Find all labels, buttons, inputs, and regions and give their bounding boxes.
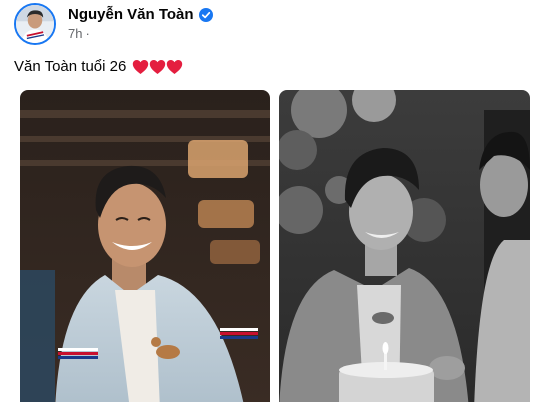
post-caption: Văn Toàn tuổi 26 [14, 58, 183, 75]
red-heart-icon [166, 59, 183, 75]
red-heart-icon [149, 59, 166, 75]
photo-left[interactable] [20, 90, 270, 402]
avatar[interactable] [14, 3, 56, 45]
meta-separator: · [85, 26, 90, 41]
caption-text: Văn Toàn tuổi 26 [14, 58, 127, 75]
avatar-image [16, 5, 54, 43]
verified-badge-icon [198, 7, 213, 22]
heart-emojis [132, 59, 183, 75]
post-timestamp[interactable]: 7h [68, 26, 82, 41]
red-heart-icon [132, 59, 149, 75]
photo-right[interactable] [279, 90, 530, 402]
author-name[interactable]: Nguyễn Văn Toàn [68, 6, 194, 23]
post-header: Nguyễn Văn Toàn 7h · [14, 3, 213, 47]
